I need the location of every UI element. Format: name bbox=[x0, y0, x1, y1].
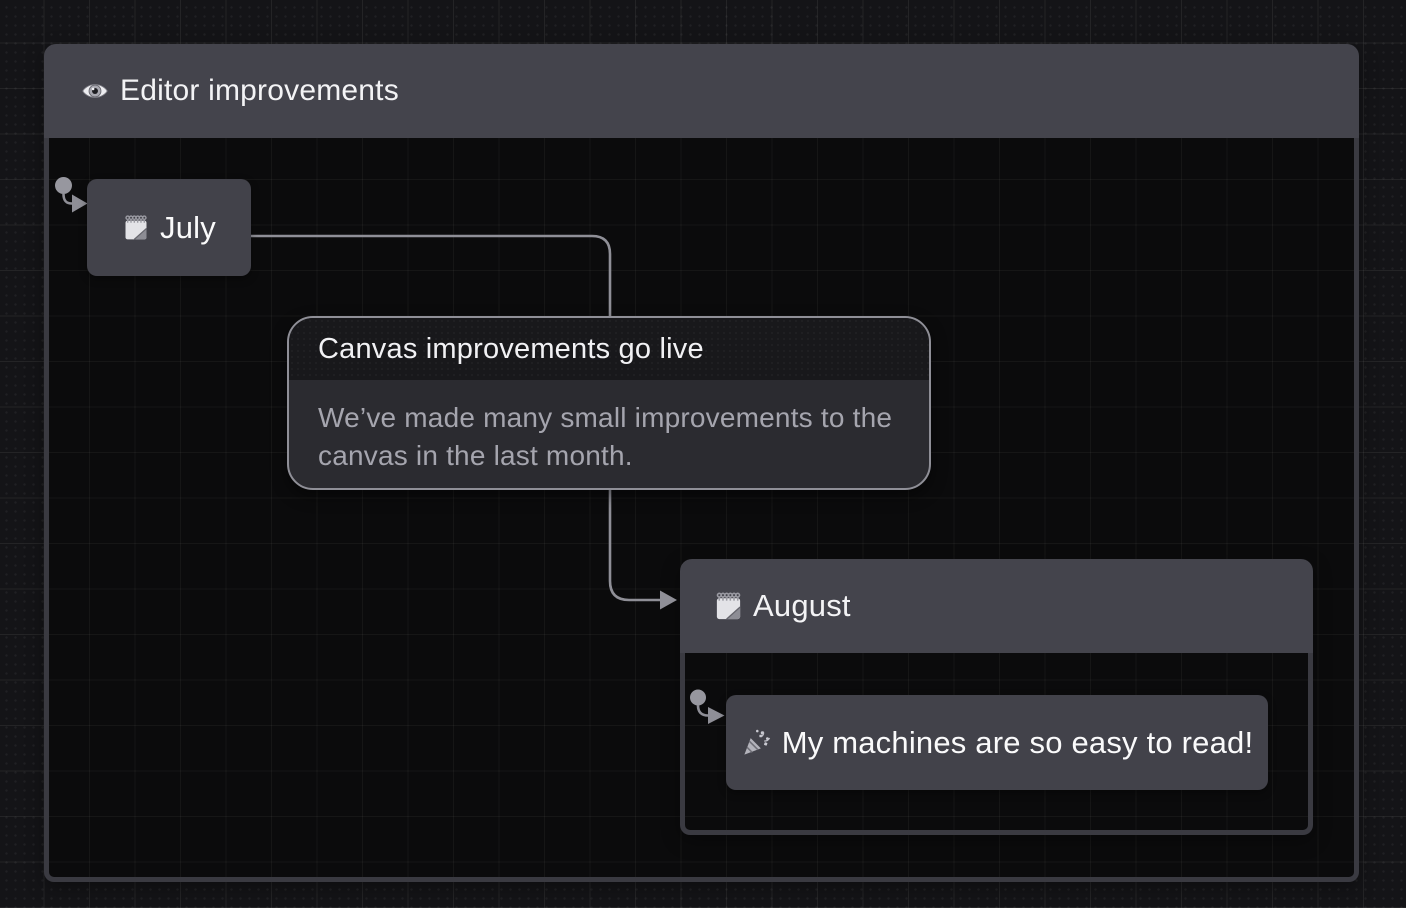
initial-state-marker-my-machines[interactable] bbox=[690, 690, 725, 725]
state-node-july[interactable]: July bbox=[87, 179, 251, 276]
party-popper-icon bbox=[741, 727, 772, 758]
initial-state-marker-july[interactable] bbox=[55, 177, 88, 213]
state-label-july: July bbox=[160, 210, 216, 246]
state-node-my-machines[interactable]: My machines are so easy to read! bbox=[726, 695, 1268, 790]
spiral-notepad-icon bbox=[122, 214, 150, 242]
transition-event-card[interactable]: Canvas improvements go live We’ve made m… bbox=[287, 316, 931, 490]
event-title: Canvas improvements go live bbox=[318, 333, 704, 366]
event-description[interactable]: We’ve made many small improvements to th… bbox=[289, 380, 929, 475]
edge-july-to-august-upper[interactable] bbox=[251, 236, 610, 317]
event-title-row[interactable]: Canvas improvements go live bbox=[289, 318, 929, 380]
edge-july-to-august-lower[interactable] bbox=[610, 489, 660, 600]
state-label-my-machines: My machines are so easy to read! bbox=[782, 725, 1254, 761]
editor-canvas[interactable]: Editor improvements August bbox=[0, 0, 1406, 908]
edge-arrowhead-august bbox=[660, 591, 677, 610]
